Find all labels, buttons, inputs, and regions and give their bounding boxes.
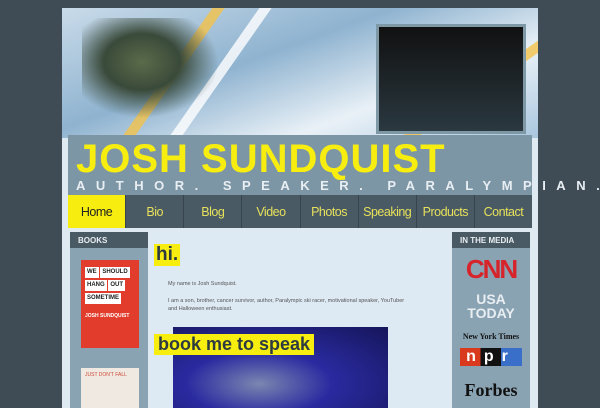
books-heading: BOOKS	[70, 232, 148, 248]
book-cover-we-should-hang-out-sometime[interactable]: WE SHOULD HANG OUT SOMETIME JOSH SUNDQUI…	[81, 260, 139, 348]
site-title[interactable]: JOSH SUNDQUIST	[76, 137, 446, 182]
nav-speaking[interactable]: Speaking	[359, 195, 417, 228]
book-cover-just-dont-fall[interactable]: JUST DON'T FALL	[81, 368, 139, 408]
main-nav: Home Bio Blog Video Photos Speaking Prod…	[68, 195, 532, 228]
usa-today-logo[interactable]: USA TODAY	[460, 292, 522, 320]
title-band: JOSH SUNDQUIST AUTHOR. SPEAKER. PARALYMP…	[68, 135, 600, 195]
header-banner	[62, 8, 538, 138]
nav-contact[interactable]: Contact	[475, 195, 532, 228]
book-author: JOSH SUNDQUIST	[85, 313, 130, 319]
skier-image	[82, 18, 232, 128]
media-heading: IN THE MEDIA	[452, 232, 530, 248]
page-container: JOSH SUNDQUIST AUTHOR. SPEAKER. PARALYMP…	[62, 8, 600, 408]
cnn-logo[interactable]: CNN	[460, 254, 522, 285]
nav-home[interactable]: Home	[68, 195, 127, 228]
bio-text: I am a son, brother, cancer survivor, au…	[168, 298, 405, 312]
video-player[interactable]	[376, 24, 526, 134]
intro-text: My name is Josh Sundquist.	[168, 281, 237, 287]
main-content: hi. My name is Josh Sundquist. I am a so…	[150, 232, 450, 408]
book-word: SOMETIME	[85, 293, 122, 304]
book-me-to-speak-link[interactable]: book me to speak	[154, 334, 315, 355]
book-word: OUT	[108, 280, 126, 291]
greeting-heading: hi.	[154, 244, 181, 266]
forbes-logo[interactable]: Forbes	[460, 380, 522, 401]
nav-video[interactable]: Video	[242, 195, 301, 228]
nyt-logo[interactable]: New York Times	[460, 332, 522, 341]
book-word: SHOULD	[100, 267, 130, 278]
media-sidebar: IN THE MEDIA CNN USA TODAY New York Time…	[452, 232, 530, 408]
nav-products[interactable]: Products	[417, 195, 475, 228]
book-word: HANG	[85, 280, 107, 291]
book-title: JUST DON'T FALL	[85, 372, 127, 378]
nav-photos[interactable]: Photos	[301, 195, 359, 228]
nav-blog[interactable]: Blog	[184, 195, 243, 228]
book-word: WE	[85, 267, 99, 278]
nav-bio[interactable]: Bio	[126, 195, 185, 228]
npr-logo[interactable]: npr	[460, 348, 522, 366]
books-sidebar: BOOKS WE SHOULD HANG OUT SOMETIME JOSH S…	[70, 232, 148, 408]
site-tagline: AUTHOR. SPEAKER. PARALYMPIAN.	[76, 178, 600, 193]
